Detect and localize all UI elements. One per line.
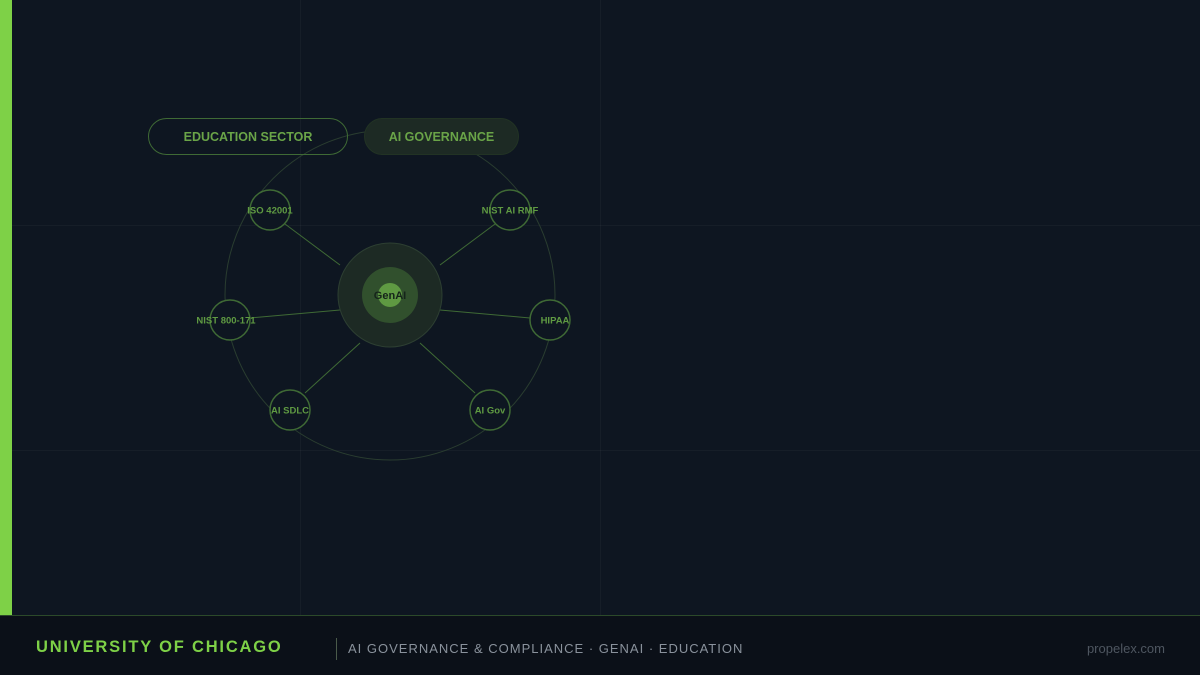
footer-site: propelex.com [1086, 641, 1165, 656]
spoke-line [419, 342, 476, 394]
spoke-line [284, 223, 341, 266]
footer: UNIVERSITY OF CHICAGO AI GOVERNANCE & CO… [0, 615, 1200, 675]
spoke-line [304, 342, 361, 394]
node-nist-800-171: NIST 800-171 [196, 299, 256, 341]
node-nist-ai-rmf: NIST AI RMF [482, 189, 539, 231]
node-label: NIST 800-171 [196, 316, 256, 327]
node-label: ISO 42001 [247, 206, 293, 217]
node-label: AI SDLC [271, 406, 309, 417]
center-label: GenAI [374, 290, 406, 302]
education-sector-tag: EDUCATION SECTOR [148, 118, 348, 155]
node-label: AI Gov [475, 406, 506, 417]
footer-brand: UNIVERSITY OF CHICAGO [36, 638, 283, 656]
framework-diagram: GenAI ISO 42001 NIST AI RMF NIST 800-171… [196, 129, 571, 461]
spoke-line [439, 309, 531, 319]
node-label: NIST AI RMF [482, 206, 539, 217]
node-hipaa: HIPAA [529, 299, 571, 341]
spoke-line [249, 309, 341, 319]
node-iso-42001: ISO 42001 [247, 189, 293, 231]
node-ai-gov: AI Gov [469, 389, 511, 431]
node-label: HIPAA [541, 316, 570, 327]
footer-divider [336, 638, 337, 660]
spoke-line [439, 223, 496, 266]
ai-governance-tag: AI GOVERNANCE [364, 118, 519, 155]
node-ai-sdlc: AI SDLC [269, 389, 311, 431]
footer-tagline: AI GOVERNANCE & COMPLIANCE · GENAI · EDU… [348, 641, 744, 656]
center-node: GenAI [337, 242, 443, 348]
